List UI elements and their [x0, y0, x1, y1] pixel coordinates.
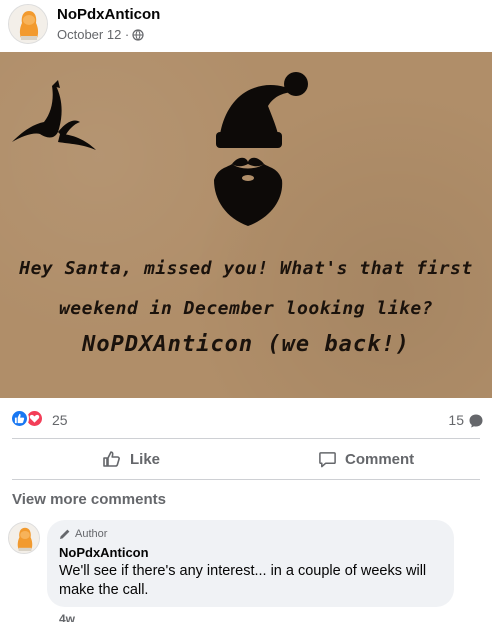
- comment-button-label: Comment: [345, 450, 415, 468]
- divider: [12, 479, 480, 480]
- like-button[interactable]: Like: [102, 444, 160, 474]
- commenter-name[interactable]: NoPdxAnticon: [59, 545, 149, 560]
- pencil-icon: [60, 529, 70, 539]
- reaction-count[interactable]: 25: [52, 412, 68, 428]
- author-avatar[interactable]: [8, 4, 48, 44]
- author-badge: Author: [59, 528, 107, 540]
- post-image[interactable]: Hey Santa, missed you! What's that first…: [0, 52, 492, 398]
- comment-bubble: Author NoPdxAnticon We'll see if there's…: [47, 520, 454, 607]
- post-author-name[interactable]: NoPdxAnticon: [57, 6, 160, 23]
- reaction-icons[interactable]: [10, 409, 44, 428]
- banana-peel-icon: [12, 80, 96, 150]
- reactions-summary: 25 15: [0, 404, 492, 434]
- divider: [12, 438, 480, 439]
- commenter-avatar[interactable]: [8, 522, 40, 554]
- beard-icon: [214, 157, 283, 226]
- santa-hat-icon: [216, 72, 308, 148]
- action-bar: Like Comment: [0, 440, 492, 478]
- author-badge-label: Author: [75, 528, 108, 540]
- globe-icon: [132, 28, 144, 41]
- comment-text: We'll see if there's any interest... in …: [59, 563, 427, 598]
- post-header: NoPdxAnticon October 12 ·: [0, 0, 492, 52]
- post-meta: October 12 ·: [57, 27, 144, 42]
- post-date[interactable]: October 12 ·: [57, 27, 129, 42]
- card-text-line-3: NoPDXAnticon (we back!): [82, 332, 410, 357]
- like-reaction-icon: [10, 409, 29, 428]
- card-text-line-1: Hey Santa, missed you! What's that first: [19, 258, 473, 279]
- thumbs-up-icon: [103, 451, 120, 467]
- comment-button[interactable]: Comment: [318, 444, 414, 474]
- comment-timestamp[interactable]: 4w: [59, 612, 75, 622]
- comment-bubble-icon: [469, 414, 483, 428]
- comment-count[interactable]: 15: [448, 412, 464, 428]
- comment-icon: [319, 451, 336, 467]
- like-button-label: Like: [130, 450, 161, 468]
- card-text-line-2: weekend in December looking like?: [58, 298, 434, 319]
- view-more-comments-link[interactable]: View more comments: [12, 491, 166, 508]
